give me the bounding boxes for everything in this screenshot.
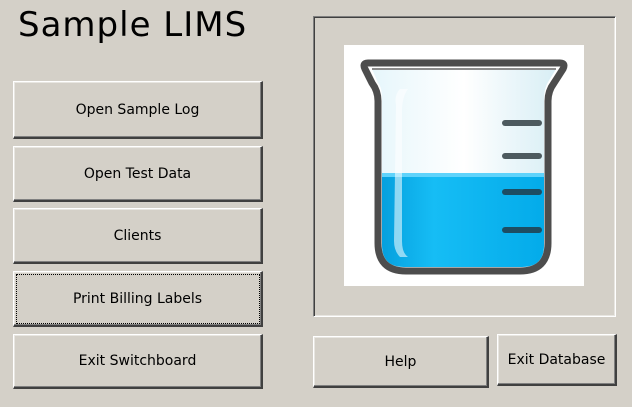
- print-billing-labels-button[interactable]: Print Billing Labels: [13, 271, 263, 327]
- help-button[interactable]: Help: [313, 336, 489, 388]
- exit-switchboard-button[interactable]: Exit Switchboard: [13, 334, 263, 389]
- clients-button[interactable]: Clients: [13, 208, 263, 264]
- app-title: Sample LIMS: [18, 5, 248, 45]
- beaker-icon: [360, 59, 568, 275]
- open-test-data-button[interactable]: Open Test Data: [13, 146, 263, 202]
- exit-database-button[interactable]: Exit Database: [497, 334, 617, 386]
- open-sample-log-button[interactable]: Open Sample Log: [13, 81, 263, 139]
- logo-image: [344, 45, 584, 286]
